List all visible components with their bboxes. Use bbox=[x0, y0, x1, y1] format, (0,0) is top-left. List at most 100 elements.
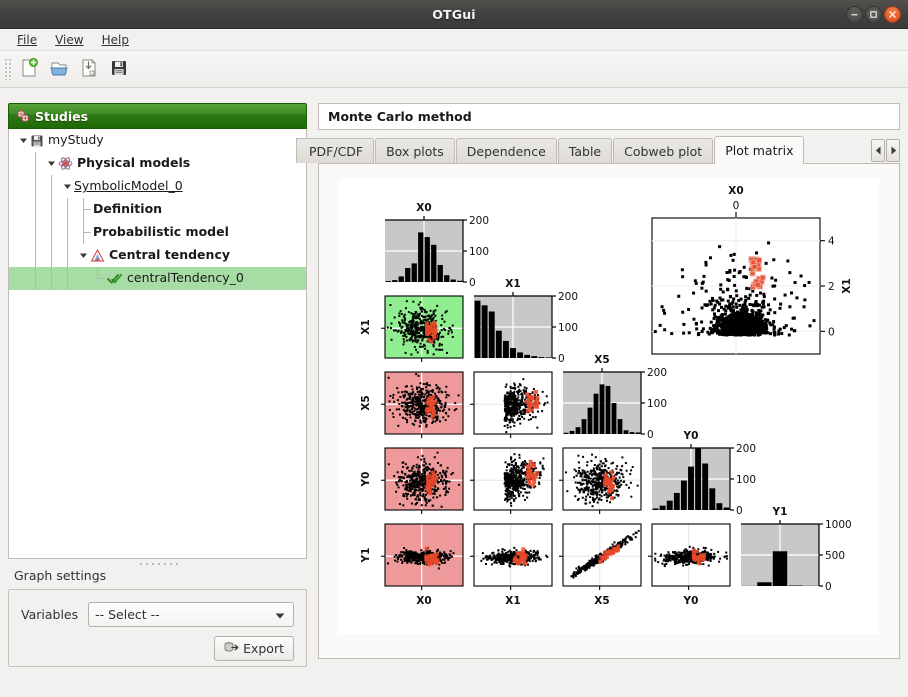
main-toolbar bbox=[0, 51, 908, 88]
new-study-button[interactable] bbox=[14, 54, 44, 84]
tree-item-central-tendency[interactable]: Central tendency bbox=[9, 244, 306, 267]
svg-text:X0: X0 bbox=[728, 185, 743, 197]
svg-text:X1: X1 bbox=[505, 278, 520, 290]
expand-arrow-down-icon[interactable] bbox=[17, 134, 30, 147]
maximize-button[interactable] bbox=[865, 6, 882, 23]
tree-line bbox=[29, 152, 45, 175]
menu-help[interactable]: Help bbox=[93, 31, 138, 49]
svg-text:Y0: Y0 bbox=[683, 430, 699, 442]
close-button[interactable] bbox=[884, 6, 901, 23]
svg-text:0: 0 bbox=[825, 581, 832, 593]
tree-label-physical-models: Physical models bbox=[77, 157, 190, 170]
tree-line bbox=[45, 244, 61, 267]
variables-label: Variables bbox=[21, 607, 78, 622]
tree-line bbox=[29, 221, 45, 244]
open-folder-icon bbox=[49, 58, 69, 81]
svg-text:X1: X1 bbox=[360, 319, 372, 334]
analysis-title: Monte Carlo method bbox=[318, 103, 900, 130]
tab-scroll-controls bbox=[871, 139, 900, 162]
save-floppy-icon bbox=[109, 58, 129, 81]
tab-table-label: Table bbox=[569, 144, 601, 159]
svg-text:Y0: Y0 bbox=[360, 472, 372, 488]
tab-scroll-right-button[interactable] bbox=[886, 139, 900, 162]
check-icon bbox=[107, 272, 123, 285]
svg-text:0: 0 bbox=[733, 200, 740, 212]
expand-arrow-down-icon[interactable] bbox=[77, 249, 90, 262]
toolbar-grip[interactable] bbox=[4, 58, 11, 80]
import-script-button[interactable] bbox=[74, 54, 104, 84]
new-study-icon bbox=[19, 58, 39, 81]
tree-line bbox=[45, 198, 61, 221]
tree-label-centraltendency-0: centralTendency_0 bbox=[127, 272, 244, 285]
studies-header: Studies bbox=[8, 103, 307, 129]
svg-text:200: 200 bbox=[647, 367, 667, 379]
distribution-icon bbox=[90, 249, 105, 262]
tree-item-probabilistic-model[interactable]: Probabilistic model bbox=[9, 221, 306, 244]
studies-icon bbox=[16, 109, 30, 123]
tree-line bbox=[45, 175, 61, 198]
svg-text:0: 0 bbox=[469, 277, 476, 289]
menu-file-label: File bbox=[17, 33, 37, 47]
tree-item-physical-models[interactable]: Physical models bbox=[9, 152, 306, 175]
tree-line bbox=[29, 267, 45, 290]
tab-dependence[interactable]: Dependence bbox=[456, 138, 557, 163]
graph-settings-group: Variables -- Select -- bbox=[8, 589, 307, 667]
detail-scatter: X00024X1 bbox=[652, 185, 853, 354]
studies-header-label: Studies bbox=[35, 109, 88, 124]
tree-branch bbox=[91, 267, 107, 290]
atom-icon bbox=[58, 156, 73, 171]
variables-select[interactable]: -- Select -- bbox=[88, 602, 294, 627]
chevron-down-icon bbox=[275, 607, 285, 622]
menu-view[interactable]: View bbox=[46, 31, 92, 49]
export-button[interactable]: Export bbox=[214, 636, 294, 661]
window-titlebar: OTGui bbox=[0, 0, 908, 29]
svg-text:200: 200 bbox=[469, 215, 489, 227]
tree-line bbox=[45, 267, 61, 290]
tab-cobweb-plot[interactable]: Cobweb plot bbox=[613, 138, 713, 163]
svg-text:X5: X5 bbox=[594, 595, 609, 607]
tree-item-definition[interactable]: Definition bbox=[9, 198, 306, 221]
study-tree[interactable]: myStudy Physical models bbox=[8, 129, 307, 559]
tab-table[interactable]: Table bbox=[558, 138, 612, 163]
minimize-button[interactable] bbox=[846, 6, 863, 23]
tree-line bbox=[29, 244, 45, 267]
svg-text:X5: X5 bbox=[594, 354, 609, 366]
tree-line bbox=[29, 175, 45, 198]
floppy-icon bbox=[30, 134, 44, 148]
expand-arrow-down-icon[interactable] bbox=[45, 157, 58, 170]
svg-text:X1: X1 bbox=[841, 278, 853, 293]
import-script-icon bbox=[79, 58, 99, 81]
menu-file[interactable]: File bbox=[8, 31, 46, 49]
svg-text:X5: X5 bbox=[360, 395, 372, 410]
open-study-button[interactable] bbox=[44, 54, 74, 84]
main-content: Studies my bbox=[0, 89, 908, 697]
svg-text:100: 100 bbox=[469, 246, 489, 258]
tab-pdf-cdf[interactable]: PDF/CDF bbox=[296, 138, 374, 163]
menu-view-label: View bbox=[55, 33, 83, 47]
svg-text:0: 0 bbox=[647, 429, 654, 441]
tab-box-plots[interactable]: Box plots bbox=[375, 138, 455, 163]
tree-item-mystudy[interactable]: myStudy bbox=[9, 129, 306, 152]
chevron-left-icon bbox=[875, 144, 882, 158]
plot-matrix-canvas[interactable]: X00100200X10100200X50100200Y00100200Y105… bbox=[339, 178, 879, 634]
svg-text:0: 0 bbox=[736, 505, 743, 517]
tree-branch bbox=[77, 221, 93, 244]
tree-item-symbolicmodel-0[interactable]: SymbolicModel_0 bbox=[9, 175, 306, 198]
panel-splitter[interactable] bbox=[8, 559, 307, 568]
tree-label-central-tendency: Central tendency bbox=[109, 249, 230, 262]
tab-scroll-left-button[interactable] bbox=[871, 139, 885, 162]
tab-bar: PDF/CDF Box plots Dependence Table Cobwe… bbox=[318, 136, 900, 164]
svg-text:Y1: Y1 bbox=[772, 506, 788, 518]
tree-line bbox=[45, 221, 61, 244]
chevron-right-icon bbox=[890, 144, 897, 158]
svg-text:X0: X0 bbox=[416, 202, 431, 214]
tab-plot-matrix[interactable]: Plot matrix bbox=[714, 136, 804, 164]
export-icon bbox=[224, 641, 239, 657]
svg-text:100: 100 bbox=[736, 474, 756, 486]
plot-matrix-svg[interactable]: X00100200X10100200X50100200Y00100200Y105… bbox=[339, 178, 879, 634]
expand-arrow-down-icon[interactable] bbox=[61, 180, 74, 193]
tab-dependence-label: Dependence bbox=[467, 144, 546, 159]
save-study-button[interactable] bbox=[104, 54, 134, 84]
tree-item-centraltendency-0[interactable]: centralTendency_0 bbox=[9, 267, 306, 290]
svg-text:0: 0 bbox=[558, 353, 565, 365]
